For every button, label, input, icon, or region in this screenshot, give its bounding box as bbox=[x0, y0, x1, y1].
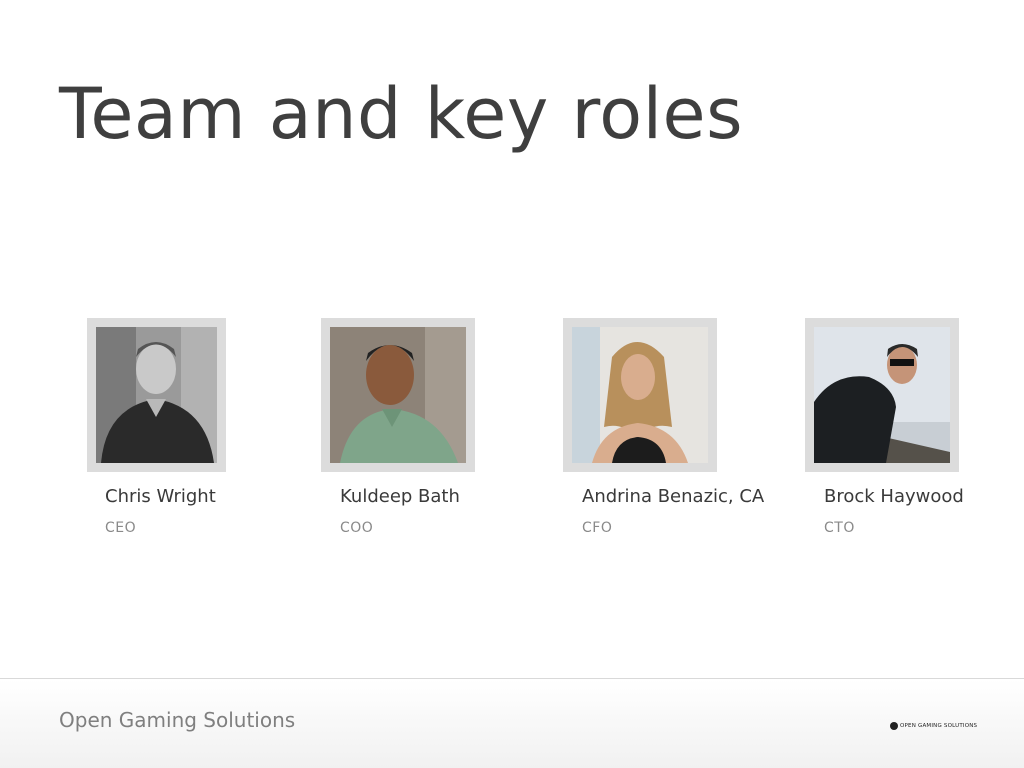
slide-title: Team and key roles bbox=[59, 73, 744, 155]
company-logo: OPEN GAMING SOLUTIONS bbox=[890, 720, 977, 732]
photo-frame bbox=[321, 318, 475, 472]
member-name: Brock Haywood bbox=[824, 486, 964, 507]
footer-company-name: Open Gaming Solutions bbox=[59, 708, 296, 732]
member-photo bbox=[330, 327, 466, 463]
photo-frame bbox=[563, 318, 717, 472]
logo-text: OPEN GAMING SOLUTIONS bbox=[900, 723, 978, 729]
member-name: Kuldeep Bath bbox=[340, 486, 460, 507]
footer: Open Gaming Solutions OPEN GAMING SOLUTI… bbox=[0, 678, 1024, 768]
photo-frame bbox=[87, 318, 226, 472]
slide: Team and key roles Chris Wright CEO Kuld… bbox=[0, 0, 1024, 768]
member-role: CFO bbox=[582, 520, 613, 536]
member-name: Chris Wright bbox=[105, 486, 216, 507]
member-role: CTO bbox=[824, 520, 855, 536]
member-photo bbox=[814, 327, 950, 463]
member-name: Andrina Benazic, CA bbox=[582, 486, 765, 507]
member-photo bbox=[572, 327, 708, 463]
member-role: CEO bbox=[105, 520, 137, 536]
member-role: COO bbox=[340, 520, 374, 536]
logo-icon bbox=[890, 722, 898, 730]
photo-frame bbox=[805, 318, 959, 472]
member-photo bbox=[96, 327, 217, 463]
